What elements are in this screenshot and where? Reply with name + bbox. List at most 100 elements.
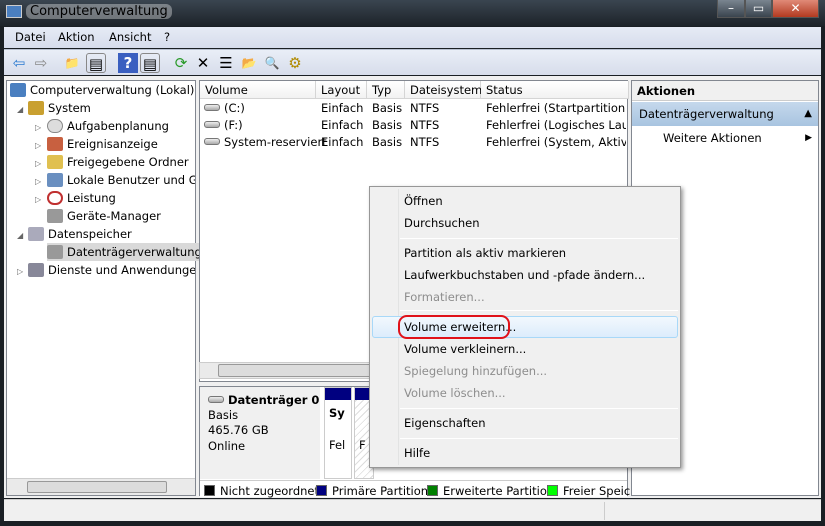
- computer-icon: [10, 83, 26, 97]
- help-icon[interactable]: ?: [118, 53, 138, 73]
- menu-separator: [400, 408, 678, 409]
- tree-item-geraete-manager[interactable]: Geräte-Manager: [47, 207, 161, 225]
- partition-system-reserved[interactable]: Sy Fel: [324, 387, 352, 479]
- legend-item: Erweiterte Partition: [427, 484, 554, 498]
- legend-item: Primäre Partition: [316, 484, 428, 498]
- title-bar: Computerverwaltung – ▭ ✕: [0, 0, 825, 26]
- close-button[interactable]: ✕: [772, 0, 819, 18]
- scrollbar-thumb[interactable]: [27, 481, 167, 493]
- drive-icon: [204, 121, 220, 128]
- tree-item-root[interactable]: Computerverwaltung (Lokal): [10, 81, 194, 99]
- menu-separator: [400, 438, 678, 439]
- context-menu-item[interactable]: Durchsuchen: [404, 213, 480, 233]
- minimize-button[interactable]: –: [717, 0, 745, 18]
- maximize-button[interactable]: ▭: [745, 0, 772, 18]
- delete-icon[interactable]: ✕: [193, 53, 213, 73]
- context-menu-item[interactable]: Eigenschaften: [404, 413, 486, 433]
- table-cell: NTFS: [410, 118, 440, 132]
- menu-aktion[interactable]: Aktion: [58, 30, 95, 44]
- device-manager-icon: [47, 209, 63, 223]
- menu-datei[interactable]: Datei: [15, 30, 46, 44]
- menu-help[interactable]: ?: [164, 30, 170, 44]
- legend-item: Freier Speic: [547, 484, 630, 498]
- expand-icon[interactable]: ▷: [35, 195, 41, 204]
- table-cell: Basis: [372, 118, 403, 132]
- tree-item-system[interactable]: System: [28, 99, 91, 117]
- show-hide-action-icon[interactable]: ▤: [140, 53, 160, 73]
- table-row[interactable]: (F:) Einfach Basis NTFS Fehlerfrei (Logische…: [200, 117, 627, 134]
- tree-item-lokale-benutzer[interactable]: Lokale Benutzer und Gruppen: [47, 171, 195, 189]
- storage-icon: [28, 227, 44, 241]
- context-menu-item[interactable]: Volume verkleinern...: [404, 339, 526, 359]
- table-row[interactable]: (C:) Einfach Basis NTFS Fehlerfrei (Startpar…: [200, 100, 627, 117]
- expand-icon[interactable]: ▷: [35, 141, 41, 150]
- table-cell: NTFS: [410, 101, 440, 115]
- collapse-icon[interactable]: ◢: [17, 231, 23, 240]
- legend-swatch: [427, 485, 438, 496]
- table-cell: Fehlerfrei (System, Aktiv, P: [486, 135, 626, 149]
- context-menu-item[interactable]: Partition als aktiv markieren: [404, 243, 566, 263]
- back-arrow-icon[interactable]: ⇦: [9, 53, 29, 73]
- disk-size: 465.76 GB: [208, 423, 269, 437]
- menu-ansicht[interactable]: Ansicht: [109, 30, 151, 44]
- services-icon: [28, 263, 44, 277]
- column-header-dateisystem[interactable]: Dateisystem: [405, 81, 482, 99]
- tree-item-freigegebene-ordner[interactable]: Freigegebene Ordner: [47, 153, 189, 171]
- tree-item-ereignisanzeige[interactable]: Ereignisanzeige: [47, 135, 158, 153]
- table-cell: Basis: [372, 135, 403, 149]
- context-menu-item: Spiegelung hinzufügen...: [404, 364, 548, 378]
- collapse-icon[interactable]: ◢: [17, 105, 23, 114]
- table-cell: Basis: [372, 101, 403, 115]
- disk-info: Datenträger 0 Basis 465.76 GB Online: [200, 387, 320, 479]
- expand-icon[interactable]: ▷: [35, 123, 41, 132]
- actions-section-datentraegerverwaltung[interactable]: Datenträgerverwaltung ▲: [632, 102, 818, 126]
- column-header-layout[interactable]: Layout: [316, 81, 367, 99]
- context-menu-item[interactable]: Laufwerkbuchstaben und -pfade ändern...: [404, 265, 645, 285]
- action-weitere-aktionen[interactable]: Weitere Aktionen ▶: [663, 128, 818, 148]
- search-icon[interactable]: 🔍: [262, 53, 282, 73]
- disk-name: Datenträger 0: [228, 393, 320, 407]
- disk-state: Online: [208, 439, 246, 453]
- properties-icon[interactable]: ☰: [216, 53, 236, 73]
- performance-icon: [47, 191, 63, 205]
- window-title: Computerverwaltung: [26, 4, 172, 19]
- disk-management-icon: [47, 245, 63, 259]
- tree-item-leistung[interactable]: Leistung: [47, 189, 116, 207]
- collapse-up-icon[interactable]: ▲: [804, 102, 812, 126]
- tree-item-datentraegerverwaltung[interactable]: Datenträgerverwaltung: [47, 243, 205, 261]
- table-row[interactable]: System-reserviert Einfach Basis NTFS Fehlerf…: [200, 134, 627, 151]
- menu-bar: Datei Aktion Ansicht ?: [4, 27, 821, 48]
- context-menu-item: Formatieren...: [404, 290, 485, 304]
- up-folder-icon[interactable]: 📁: [62, 53, 82, 73]
- disk-type: Basis: [208, 408, 239, 422]
- tree-item-datenspeicher[interactable]: Datenspeicher: [28, 225, 132, 243]
- expand-icon[interactable]: ▷: [35, 177, 41, 186]
- table-cell: Fehlerfrei (Startpartition, A: [486, 101, 626, 115]
- expand-icon[interactable]: ▷: [17, 267, 23, 276]
- shared-folder-icon: [47, 155, 63, 169]
- menu-separator: [400, 310, 678, 311]
- legend-item: Nicht zugeordnet: [204, 484, 319, 498]
- context-menu-item[interactable]: Hilfe: [404, 443, 430, 463]
- column-header-status[interactable]: Status: [481, 81, 629, 99]
- disk-icon: [208, 396, 224, 403]
- tree-horizontal-scrollbar[interactable]: [7, 478, 195, 495]
- table-cell: System-reserviert: [204, 134, 327, 151]
- show-hide-tree-icon[interactable]: ▤: [86, 53, 106, 73]
- column-header-volume[interactable]: Volume: [200, 81, 316, 99]
- forward-arrow-icon[interactable]: ⇨: [31, 53, 51, 73]
- tree-item-dienste[interactable]: Dienste und Anwendungen: [28, 261, 195, 279]
- table-cell: Einfach: [321, 118, 364, 132]
- context-menu-item[interactable]: Öffnen: [404, 191, 443, 211]
- settings-icon[interactable]: ⚙: [285, 53, 305, 73]
- table-cell: (C:): [204, 100, 245, 117]
- actions-header: Aktionen: [632, 81, 818, 101]
- open-folder-icon[interactable]: 📂: [239, 53, 259, 73]
- table-cell: NTFS: [410, 135, 440, 149]
- tree-item-aufgabenplanung[interactable]: Aufgabenplanung: [47, 117, 169, 135]
- expand-icon[interactable]: ▷: [35, 159, 41, 168]
- clock-icon: [47, 119, 63, 133]
- drive-icon: [204, 138, 220, 145]
- refresh-icon[interactable]: ⟳: [171, 53, 191, 73]
- column-header-typ[interactable]: Typ: [367, 81, 405, 99]
